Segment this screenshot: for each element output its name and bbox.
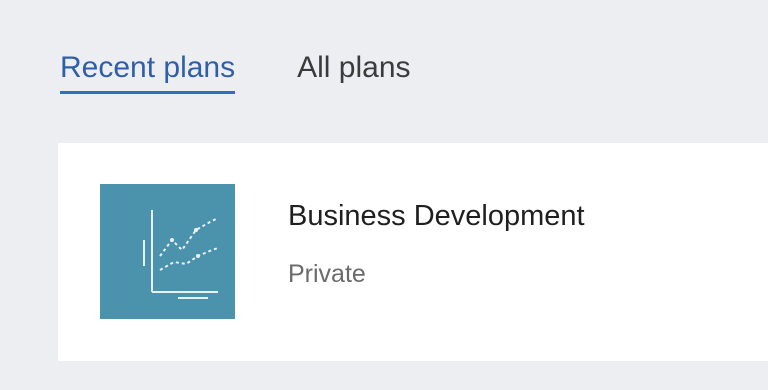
- plan-title: Business Development: [288, 200, 585, 232]
- plan-thumbnail: [100, 184, 235, 319]
- plans-page: Recent plans All plans Business Developm…: [0, 0, 768, 390]
- chart-trend-icon: [143, 210, 219, 299]
- plan-card-business-development[interactable]: Business Development Private: [58, 143, 768, 361]
- tab-all-plans[interactable]: All plans: [297, 50, 410, 94]
- tab-recent-plans[interactable]: Recent plans: [60, 50, 236, 94]
- plan-visibility: Private: [288, 260, 366, 288]
- plans-tabs: Recent plans All plans: [60, 50, 411, 94]
